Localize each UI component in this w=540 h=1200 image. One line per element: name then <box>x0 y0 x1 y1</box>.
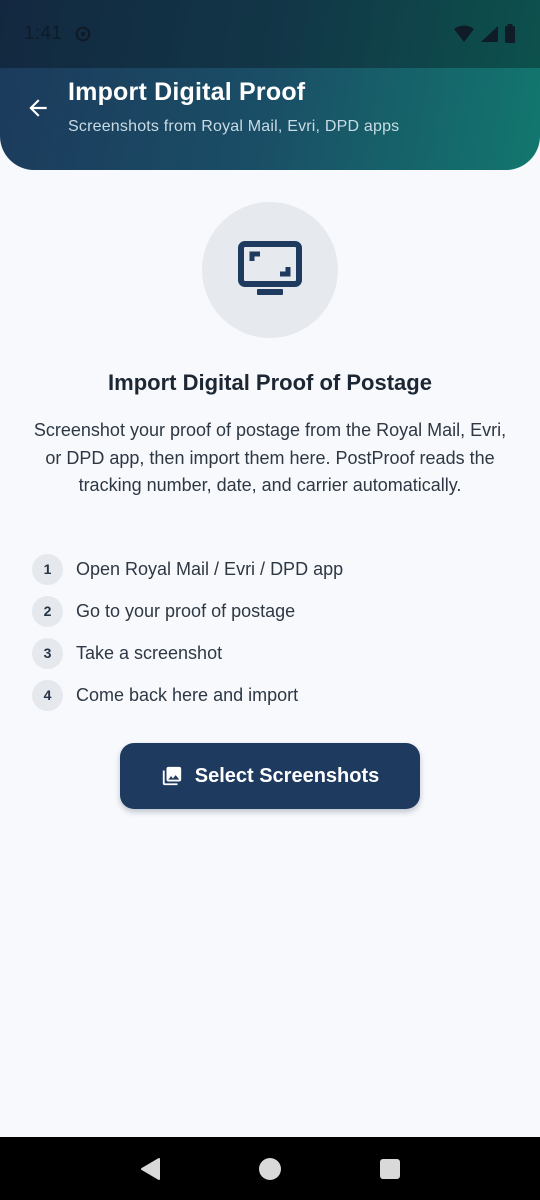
step-item: 2 Go to your proof of postage <box>32 590 502 632</box>
select-screenshots-button[interactable]: Select Screenshots <box>120 743 420 809</box>
square-recents-icon <box>380 1158 400 1179</box>
arrow-left-icon <box>29 99 47 117</box>
back-button[interactable] <box>18 88 58 128</box>
battery-icon <box>505 24 515 43</box>
step-label: Come back here and import <box>76 684 299 705</box>
nav-home-button[interactable] <box>250 1149 290 1189</box>
step-number: 1 <box>32 553 63 585</box>
wifi-icon <box>454 25 474 42</box>
step-item: 1 Open Royal Mail / Evri / DPD app <box>32 548 502 590</box>
hero-icon-badge <box>202 202 338 338</box>
status-bar: 1:41 <box>0 0 540 68</box>
section-description: Screenshot your proof of postage from th… <box>33 420 507 495</box>
page-title: Import Digital Proof <box>68 78 306 106</box>
nav-back-button[interactable] <box>130 1149 170 1189</box>
section-title: Import Digital Proof of Postage <box>108 370 432 395</box>
step-number: 4 <box>32 679 63 711</box>
steps-list: 1 Open Royal Mail / Evri / DPD app 2 Go … <box>32 548 502 716</box>
select-screenshots-label: Select Screenshots <box>194 764 380 787</box>
sync-icon <box>75 26 91 42</box>
triangle-back-icon <box>141 1157 160 1180</box>
step-number: 2 <box>32 595 63 627</box>
header: 1:41 Import Digital Proof Screenshots fr <box>0 0 540 170</box>
step-item: 4 Come back here and import <box>32 674 502 716</box>
app-bar: Import Digital Proof Screenshots from Ro… <box>0 68 540 170</box>
screenshot-monitor-icon <box>238 241 302 295</box>
step-item: 3 Take a screenshot <box>32 632 502 674</box>
step-number: 3 <box>32 637 63 669</box>
step-label: Go to your proof of postage <box>76 600 296 621</box>
step-label: Open Royal Mail / Evri / DPD app <box>76 558 344 579</box>
step-label: Take a screenshot <box>76 642 223 663</box>
signal-icon <box>481 26 498 42</box>
photo-library-icon <box>162 766 181 786</box>
status-time: 1:41 <box>24 23 63 44</box>
nav-recents-button[interactable] <box>370 1149 410 1189</box>
page-subtitle: Screenshots from Royal Mail, Evri, DPD a… <box>68 118 400 135</box>
circle-home-icon <box>259 1157 281 1180</box>
system-nav-bar <box>0 1137 540 1200</box>
